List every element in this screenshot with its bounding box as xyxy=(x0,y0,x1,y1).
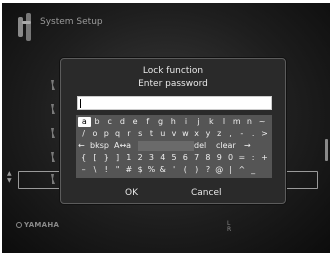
keyboard-key[interactable]: 5 xyxy=(168,153,179,163)
keyboard-key[interactable]: 4 xyxy=(157,153,168,163)
dialog-subtitle: Enter password xyxy=(138,79,208,89)
keyboard-key[interactable]: q xyxy=(112,129,123,139)
keyboard-key[interactable]: " xyxy=(112,165,123,175)
keyboard-key[interactable]: a xyxy=(78,117,91,127)
dialog-title: Lock function xyxy=(142,66,204,76)
keyboard-key[interactable]: - xyxy=(236,129,247,139)
keyboard-key[interactable]: f xyxy=(142,117,155,127)
left-right-channel-icon: LR xyxy=(227,221,237,235)
ok-button[interactable]: OK xyxy=(125,188,138,198)
menu-item-icon xyxy=(50,127,56,139)
keyboard-key[interactable]: A↔a xyxy=(114,141,138,151)
channel-letter-r: R xyxy=(227,226,232,233)
keyboard-key[interactable]: 8 xyxy=(202,153,213,163)
keyboard-key[interactable]: h xyxy=(167,117,180,127)
password-dialog: Lock function Enter password abcdefghijk… xyxy=(60,58,286,204)
keyboard-key[interactable]: / xyxy=(78,129,89,139)
keyboard-key[interactable]: u xyxy=(157,129,168,139)
keyboard-key[interactable]: | xyxy=(225,165,236,175)
keyboard-key[interactable]: bksp xyxy=(90,141,114,151)
keyboard-key[interactable]: g xyxy=(154,117,167,127)
tuning-fork-icon xyxy=(16,222,22,228)
brand-logo: YAMAHA xyxy=(16,221,59,229)
keyboard-key[interactable]: l xyxy=(218,117,231,127)
keyboard-row: a b c d e f g h i j k l m n ~ xyxy=(76,117,272,127)
keyboard-key[interactable]: – xyxy=(78,165,89,175)
keyboard-key[interactable]: c xyxy=(103,117,116,127)
keyboard-key[interactable]: i xyxy=(180,117,193,127)
keyboard-key[interactable]: ( xyxy=(180,165,191,175)
keyboard-key[interactable]: # xyxy=(123,165,134,175)
page-title: System Setup xyxy=(40,17,103,27)
keyboard-key[interactable]: , xyxy=(225,129,236,139)
keyboard-key[interactable]: m xyxy=(230,117,243,127)
keyboard-key[interactable]: 1 xyxy=(123,153,134,163)
keyboard-key[interactable]: 6 xyxy=(180,153,191,163)
keyboard-key[interactable]: ! xyxy=(101,165,112,175)
keyboard-key[interactable]: y xyxy=(202,129,213,139)
keyboard-key[interactable]: % xyxy=(146,165,157,175)
keyboard-key[interactable]: clear xyxy=(216,141,244,151)
keyboard-key[interactable]: p xyxy=(101,129,112,139)
keyboard-key[interactable]: s xyxy=(135,129,146,139)
keyboard-row: / o p q r s t u v w x y z, -. > xyxy=(76,129,272,139)
keyboard-key[interactable]: . xyxy=(248,129,259,139)
keyboard-key[interactable]: n xyxy=(243,117,256,127)
keyboard-key[interactable]: t xyxy=(146,129,157,139)
menu-item-icon xyxy=(50,151,56,163)
menu-item-icon xyxy=(50,79,56,91)
keyboard-key[interactable]: { xyxy=(78,153,89,163)
keyboard-key[interactable]: ' xyxy=(168,165,179,175)
keyboard-key[interactable]: : xyxy=(248,153,259,163)
text-caret xyxy=(80,99,81,108)
keyboard-key[interactable]: 7 xyxy=(191,153,202,163)
keyboard-key[interactable]: + xyxy=(259,153,270,163)
keyboard-key[interactable]: b xyxy=(91,117,104,127)
cancel-button[interactable]: Cancel xyxy=(191,188,222,198)
keyboard-key[interactable]: j xyxy=(192,117,205,127)
keyboard-key[interactable]: ? xyxy=(202,165,213,175)
keyboard-key[interactable]: v xyxy=(168,129,179,139)
brand-name: YAMAHA xyxy=(24,221,60,229)
keyboard-row: – \! " # $% & '()? @ | ^ _ xyxy=(76,165,272,175)
keyboard-key[interactable]: ^ xyxy=(236,165,247,175)
keyboard-key[interactable]: d xyxy=(116,117,129,127)
keyboard-key[interactable]: → xyxy=(244,141,256,151)
on-screen-keyboard: a b c d e f g h i j k l m n ~ / o p q r s t u v w x y z, -. > ← bksp A↔a… xyxy=(76,115,272,178)
keyboard-key[interactable]: 2 xyxy=(135,153,146,163)
keyboard-key[interactable]: ~ xyxy=(256,117,269,127)
keyboard-key[interactable]: 0 xyxy=(225,153,236,163)
keyboard-key[interactable]: w xyxy=(180,129,191,139)
setup-tools-icon xyxy=(16,13,38,41)
keyboard-key[interactable]: @ xyxy=(214,165,225,175)
keyboard-row: {[}] 1 2 3 4 5 6 7 8 9 0 =: + xyxy=(76,153,272,163)
keyboard-key[interactable]: k xyxy=(205,117,218,127)
keyboard-space-key[interactable] xyxy=(138,141,194,151)
keyboard-key[interactable]: & xyxy=(157,165,168,175)
keyboard-key[interactable]: ) xyxy=(191,165,202,175)
keyboard-key[interactable]: \ xyxy=(89,165,100,175)
scrollbar[interactable] xyxy=(325,139,328,161)
keyboard-key[interactable]: r xyxy=(123,129,134,139)
keyboard-key[interactable]: 9 xyxy=(214,153,225,163)
up-down-arrow-icon: ▲ ▼ xyxy=(7,170,12,184)
keyboard-key[interactable]: x xyxy=(191,129,202,139)
keyboard-key[interactable]: = xyxy=(236,153,247,163)
keyboard-key[interactable]: $ xyxy=(135,165,146,175)
keyboard-key[interactable]: del xyxy=(194,141,216,151)
keyboard-key[interactable]: ← xyxy=(78,141,90,151)
keyboard-key[interactable]: ] xyxy=(112,153,123,163)
screen: System Setup ▲ ▼ Lock function Enter pass… xyxy=(2,3,330,253)
keyboard-key[interactable]: o xyxy=(89,129,100,139)
password-input[interactable] xyxy=(77,96,272,110)
keyboard-key[interactable]: } xyxy=(101,153,112,163)
keyboard-key[interactable]: z xyxy=(214,129,225,139)
menu-item-icon xyxy=(50,103,56,115)
keyboard-key[interactable]: [ xyxy=(89,153,100,163)
keyboard-key[interactable]: _ xyxy=(248,165,259,175)
keyboard-key[interactable]: > xyxy=(259,129,270,139)
keyboard-key[interactable]: e xyxy=(129,117,142,127)
keyboard-row: ← bksp A↔a del clear → xyxy=(76,141,272,151)
keyboard-key[interactable]: 3 xyxy=(146,153,157,163)
